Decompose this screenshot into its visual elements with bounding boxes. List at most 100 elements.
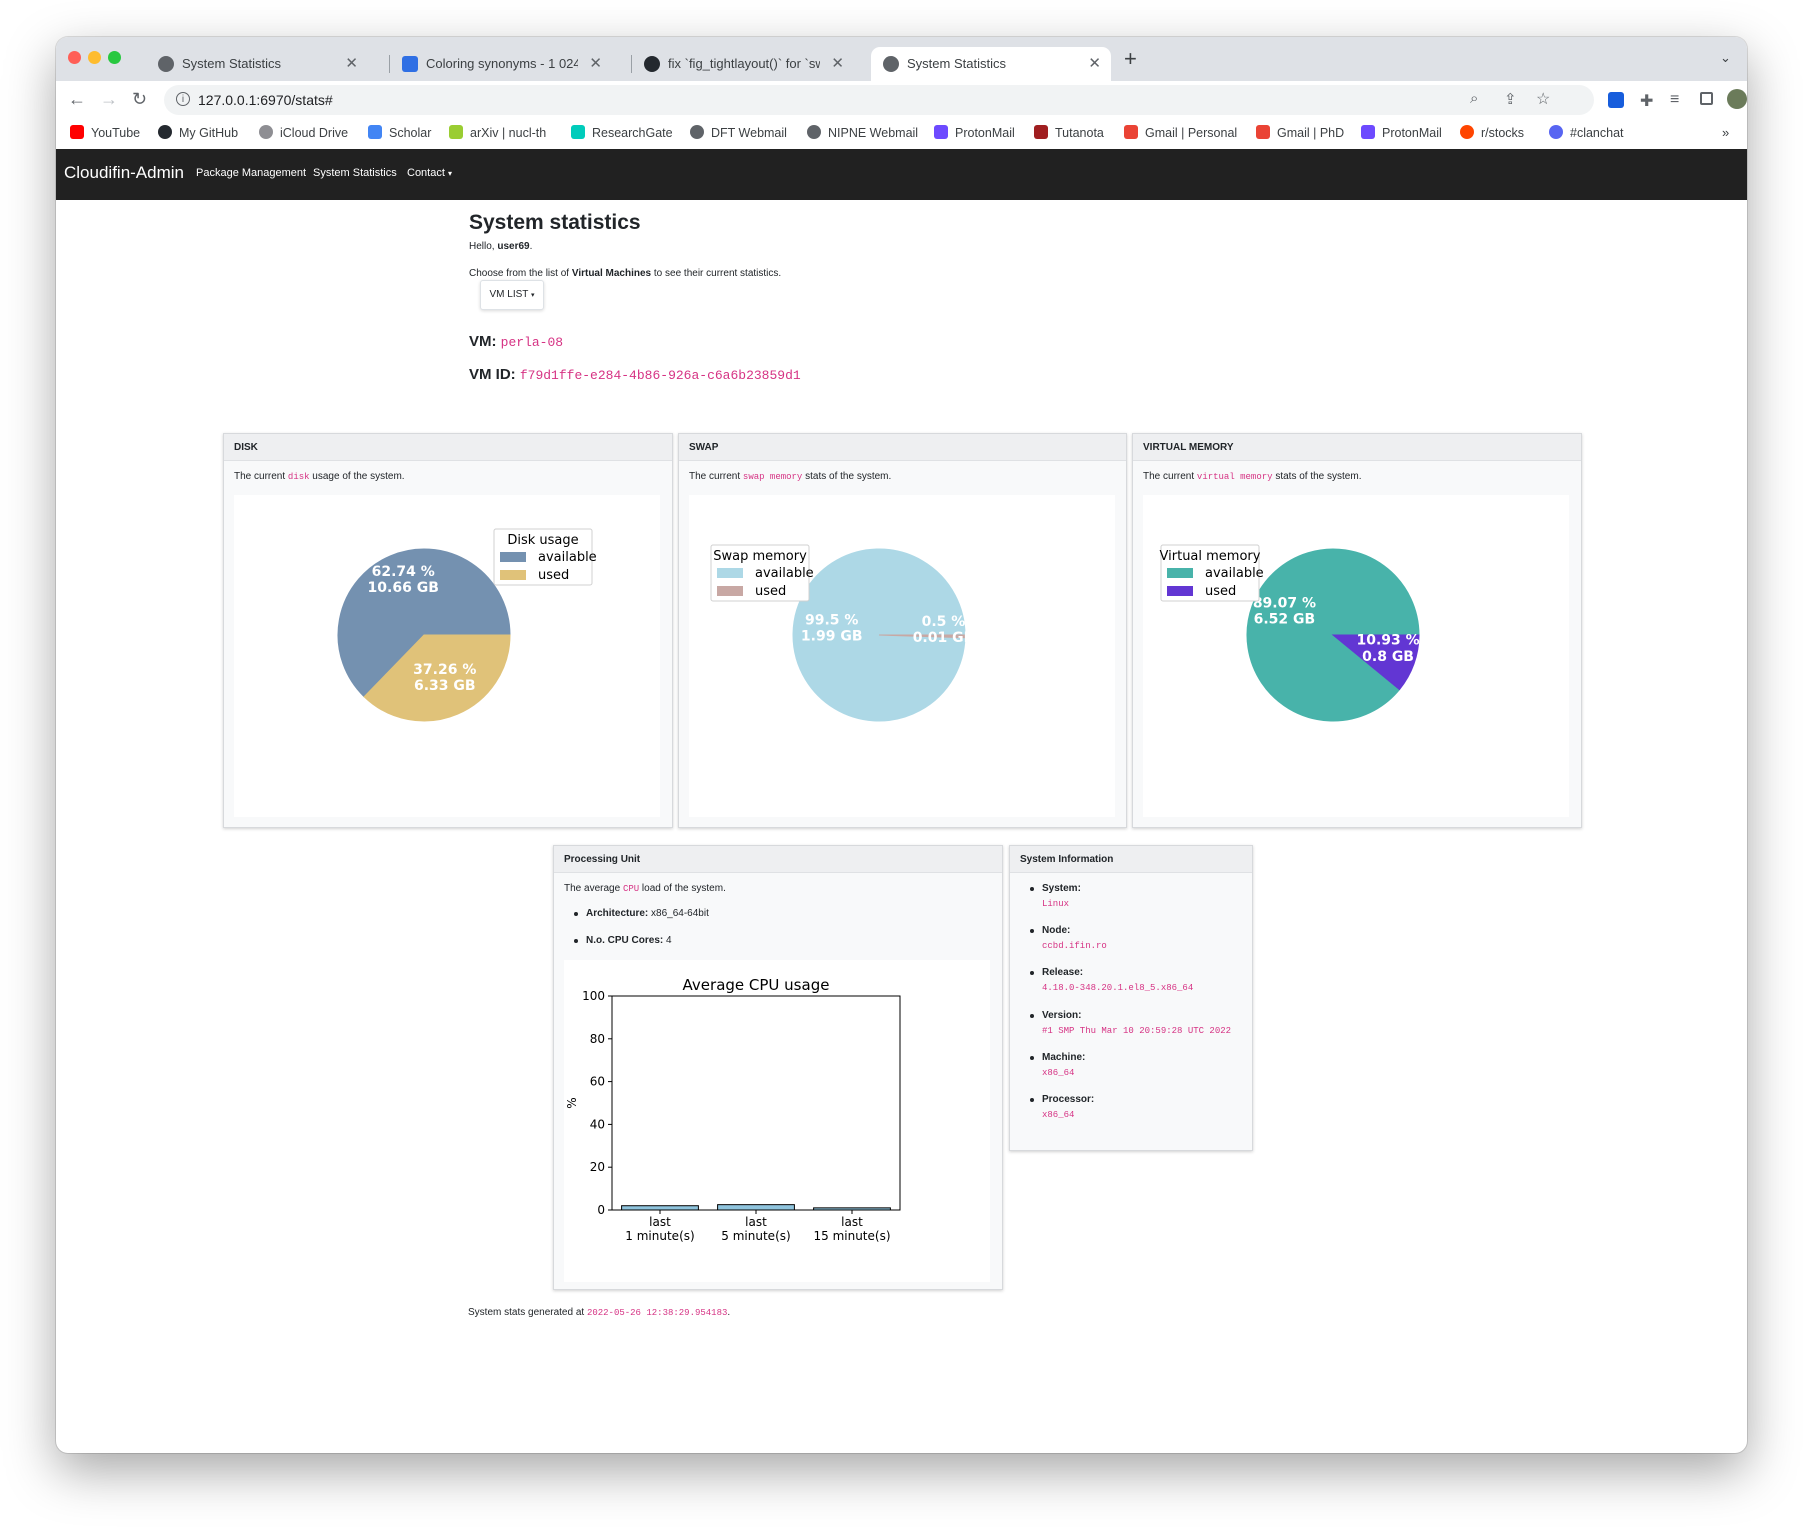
close-tab-icon[interactable]: ✕	[1088, 54, 1101, 72]
legend-swatch-available	[500, 552, 526, 562]
username: user69	[497, 241, 530, 252]
bullet	[1030, 929, 1034, 933]
tab-github-fix[interactable]: fix `fig_tightlayout()` for `swap ✕	[632, 47, 854, 81]
bookmark-star-icon[interactable]: ☆	[1536, 89, 1550, 109]
globe-icon	[807, 125, 821, 139]
tutanota-icon	[1034, 125, 1048, 139]
reload-icon[interactable]: ↻	[132, 89, 147, 110]
bookmark-dft-webmail[interactable]: DFT Webmail	[690, 125, 787, 140]
footer-prefix: System stats generated at	[468, 1307, 587, 1318]
forward-arrow-icon[interactable]: →	[100, 89, 118, 110]
bullet	[1030, 1014, 1034, 1018]
bookmark-nipne-webmail[interactable]: NIPNE Webmail	[807, 125, 918, 140]
desc-suffix: load of the system.	[639, 883, 726, 894]
legend-swatch-available	[717, 568, 743, 578]
tab-system-statistics-active[interactable]: System Statistics ✕	[871, 47, 1111, 81]
bookmark-scholar[interactable]: Scholar	[368, 125, 431, 140]
footer-timestamp: 2022-05-26 12:38:29.954183	[586, 1308, 728, 1318]
share-icon[interactable]: ⇪	[1504, 90, 1517, 108]
bookmark-researchgate[interactable]: ResearchGate	[571, 125, 673, 140]
bar-0	[621, 1205, 699, 1211]
vm-list-dropdown-button[interactable]: VM LIST ▾	[480, 280, 544, 310]
vmem-card-body: The current virtual memory stats of the …	[1133, 461, 1581, 827]
disk-pie-chart: 62.74 % 10.66 GB 37.26 % 6.33 GB Disk usage a…	[337, 528, 597, 722]
disk-card-body: The current disk usage of the system. 62…	[224, 461, 672, 827]
desc-prefix: The average	[564, 883, 623, 894]
tab-search-chevron-icon[interactable]: ⌄	[1720, 50, 1731, 66]
pie-value-label-line: 0.01 GB	[913, 630, 975, 646]
y-tick-label: 60	[590, 1075, 605, 1089]
close-window-button[interactable]	[68, 51, 81, 64]
zoom-icon[interactable]: ⌕	[1470, 90, 1478, 107]
bookmark-protonmail-2[interactable]: ProtonMail	[1361, 125, 1442, 140]
bookmark-github[interactable]: My GitHub	[158, 125, 238, 140]
page-title: System statistics	[469, 211, 641, 234]
bookmark-label: Gmail | PhD	[1277, 126, 1345, 140]
site-info-icon[interactable]: i	[176, 92, 190, 106]
bookmark-label: Tutanota	[1055, 126, 1104, 140]
arxiv-icon	[449, 125, 463, 139]
legend-swatch-available	[1167, 568, 1193, 578]
y-tick-label: 100	[582, 989, 605, 1003]
pie-value-label-line: 6.33 GB	[414, 678, 476, 694]
bookmark-tutanota[interactable]: Tutanota	[1034, 125, 1104, 140]
bullet	[1030, 1056, 1034, 1060]
brand-logo-text[interactable]: Cloudifin-Admin	[64, 163, 184, 183]
pie-value-label: 0.5 % 0.01 GB	[913, 614, 975, 646]
side-panel-icon[interactable]	[1700, 92, 1713, 105]
bookmark-label: Scholar	[389, 126, 432, 140]
minimize-window-button[interactable]	[88, 51, 101, 64]
close-tab-icon[interactable]: ✕	[345, 54, 358, 72]
nav-link-package-management[interactable]: Package Management	[196, 167, 306, 179]
nav-link-system-statistics[interactable]: System Statistics	[313, 167, 397, 179]
x-tick-label: last 1 minute(s)	[625, 1215, 694, 1243]
url-text[interactable]: 127.0.0.1:6970/stats#	[198, 92, 333, 108]
bookmark-youtube[interactable]: YouTube	[70, 125, 140, 140]
legend-entry-available: available	[538, 550, 597, 565]
vm-label: VM:	[469, 333, 497, 350]
bookmark-protonmail-1[interactable]: ProtonMail	[934, 125, 1015, 140]
nav-link-contact[interactable]: Contact ▾	[407, 167, 452, 179]
address-bar[interactable]: i 127.0.0.1:6970/stats# ⌕ ⇪ ☆	[164, 85, 1594, 115]
disk-card-header: DISK	[224, 434, 672, 461]
bookmark-gmail-personal[interactable]: Gmail | Personal	[1124, 125, 1237, 140]
bookmark-label: Gmail | Personal	[1145, 126, 1238, 140]
greeting: Hello, user69.	[469, 241, 532, 252]
new-tab-plus-icon[interactable]: +	[1124, 46, 1137, 72]
bookmark-icloud[interactable]: iCloud Drive	[259, 125, 348, 140]
globe-icon	[158, 56, 174, 72]
y-axis-label: %	[565, 1097, 579, 1108]
bookmark-rstocks[interactable]: r/stocks	[1460, 125, 1524, 140]
maximize-window-button[interactable]	[108, 51, 121, 64]
bookmarks-bar: YouTube My GitHub iCloud Drive Scholar a…	[56, 119, 1747, 150]
globe-icon	[690, 125, 704, 139]
reddit-icon	[1460, 125, 1474, 139]
disk-chart-area: 62.74 % 10.66 GB 37.26 % 6.33 GB Disk usage a…	[234, 495, 660, 817]
bookmark-label: ProtonMail	[955, 126, 1015, 140]
protonmail-icon	[934, 125, 948, 139]
footer-suffix: .	[727, 1307, 731, 1318]
pie-value-label-line: 1.99 GB	[801, 628, 863, 644]
pie-value-label-line: 62.74 %	[372, 564, 435, 580]
bar-1	[717, 1204, 795, 1211]
sysinfo-label: Processor:	[1042, 1094, 1095, 1105]
extensions-puzzle-icon[interactable]: ✚	[1640, 91, 1653, 111]
legend-entry-used: used	[1205, 584, 1236, 599]
disk-card-title: DISK	[234, 442, 258, 453]
sysinfo-label: Machine:	[1042, 1052, 1086, 1063]
bullet	[574, 912, 578, 916]
bookmark-gmail-phd[interactable]: Gmail | PhD	[1256, 125, 1344, 140]
reading-list-icon[interactable]: ≡	[1670, 91, 1679, 109]
back-arrow-icon[interactable]: ←	[68, 89, 86, 110]
bitwarden-extension-icon[interactable]	[1608, 92, 1624, 108]
bookmark-arxiv[interactable]: arXiv | nucl-th	[449, 125, 546, 140]
bookmark-clanchat[interactable]: #clanchat	[1549, 125, 1624, 140]
tab-system-statistics-1[interactable]: System Statistics ✕	[146, 47, 368, 81]
bullet	[1030, 1098, 1034, 1102]
close-tab-icon[interactable]: ✕	[831, 54, 844, 72]
bookmarks-overflow-chevron-icon[interactable]: »	[1722, 125, 1729, 140]
tab-coloring-synonyms[interactable]: Coloring synonyms - 1 024 Wo ✕	[390, 47, 612, 81]
profile-avatar[interactable]	[1727, 89, 1747, 109]
close-tab-icon[interactable]: ✕	[589, 54, 602, 72]
sysinfo-value: Linux	[1042, 899, 1070, 909]
